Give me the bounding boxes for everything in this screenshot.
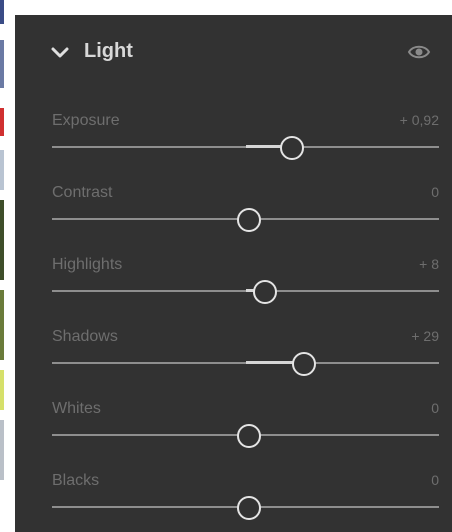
slider-handle[interactable] xyxy=(237,496,262,520)
slider-label: Highlights xyxy=(52,256,123,273)
slider-handle[interactable] xyxy=(252,280,277,304)
slider-value[interactable]: 0 xyxy=(431,400,439,416)
chevron-down-icon[interactable] xyxy=(50,46,70,60)
slider-handle[interactable] xyxy=(291,352,316,376)
slider-label: Shadows xyxy=(52,328,118,345)
light-panel: Light Exposure + 0,92 Contrast 0 Highlights +… xyxy=(15,15,452,532)
slider-label: Contrast xyxy=(52,184,113,201)
slider-row-blacks: Blacks 0 xyxy=(15,472,452,532)
eye-icon[interactable] xyxy=(407,43,431,61)
background-edge xyxy=(0,0,15,532)
slider-handle[interactable] xyxy=(237,424,262,448)
panel-title: Light xyxy=(84,40,133,62)
slider-value[interactable]: + 8 xyxy=(419,256,439,272)
slider-handle[interactable] xyxy=(279,136,304,160)
slider-row-exposure: Exposure + 0,92 xyxy=(15,112,452,182)
slider-value[interactable]: 0 xyxy=(431,184,439,200)
slider-row-highlights: Highlights + 8 xyxy=(15,256,452,326)
slider-row-contrast: Contrast 0 xyxy=(15,184,452,254)
slider-label: Whites xyxy=(52,400,101,417)
slider-label: Blacks xyxy=(52,472,100,489)
panel-header[interactable]: Light xyxy=(15,15,452,91)
slider-label: Exposure xyxy=(52,112,120,129)
slider-row-whites: Whites 0 xyxy=(15,400,452,470)
slider-value[interactable]: 0 xyxy=(431,472,439,488)
slider-value[interactable]: + 0,92 xyxy=(400,112,439,128)
slider-row-shadows: Shadows + 29 xyxy=(15,328,452,398)
slider-value[interactable]: + 29 xyxy=(411,328,439,344)
slider-handle[interactable] xyxy=(237,208,262,232)
